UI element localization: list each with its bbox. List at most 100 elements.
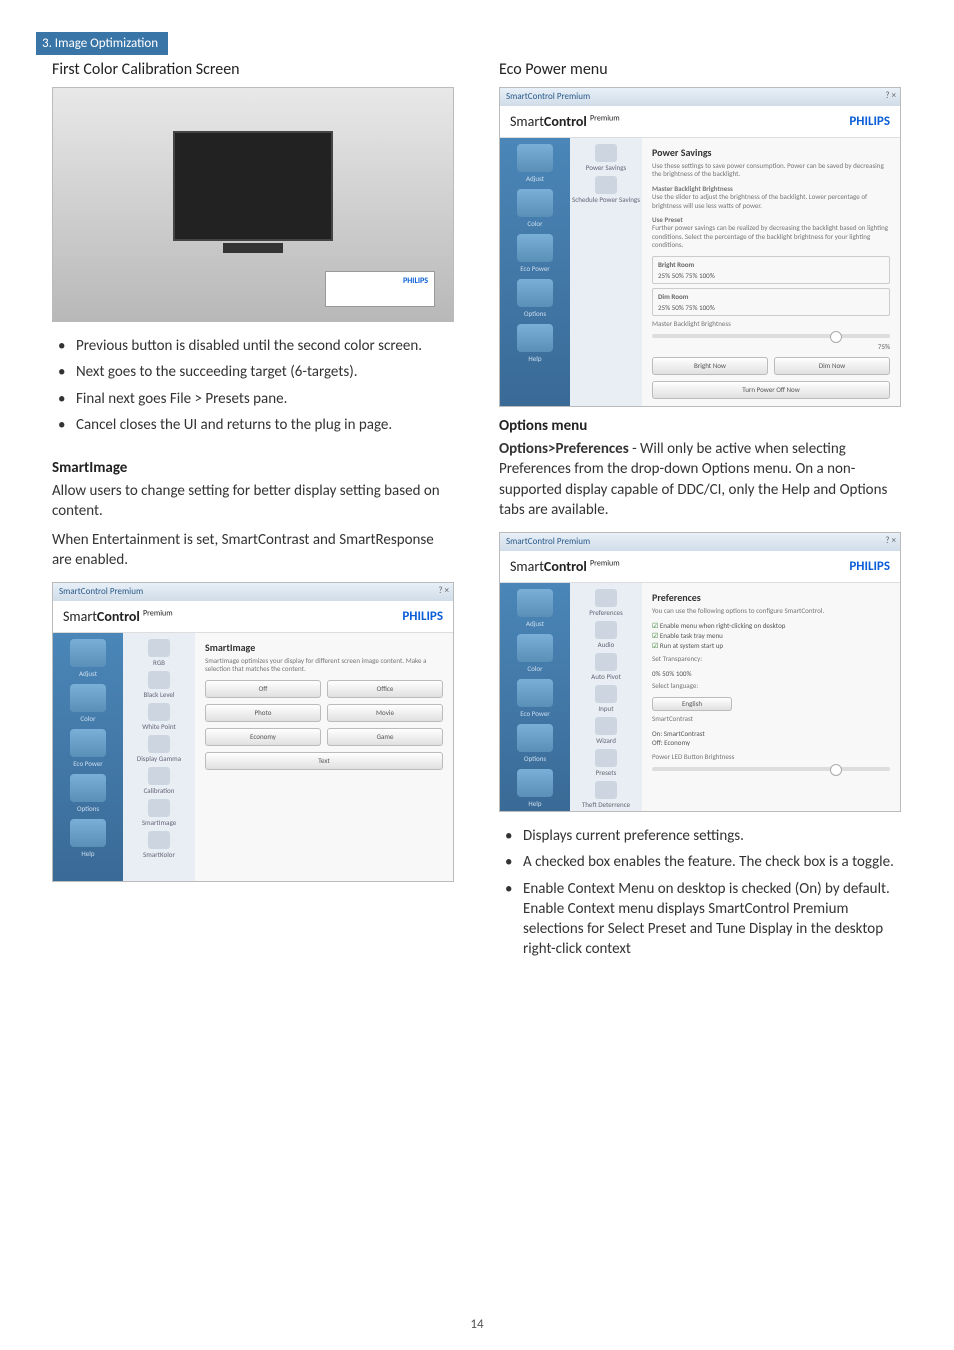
options-bullets: Displays current preference settings. A … [495, 822, 905, 974]
left-column: First Color Calibration Screen PHILIPS P… [48, 60, 458, 892]
first-calib-title: First Color Calibration Screen [48, 60, 458, 79]
dim-room-legend: Dim Room [658, 292, 884, 301]
eco-power-title: Eco Power menu [495, 60, 905, 79]
brand-mid: Control [544, 113, 587, 130]
mode-game-button[interactable]: Game [327, 728, 443, 746]
mode-off-button[interactable]: Off [205, 680, 321, 698]
chk-tasktray[interactable]: Enable task tray menu [652, 631, 890, 641]
sub-nav: Preferences Audio Auto Pivot Input Wizar… [570, 583, 642, 811]
nav-adjust[interactable]: Adjust [61, 639, 115, 678]
nav-help[interactable]: Help [508, 769, 562, 808]
nav-help[interactable]: Help [508, 324, 562, 363]
desc1: Use these settings to save power consump… [652, 162, 890, 179]
dim-room-radios[interactable]: 25% 50% 75% 100% [658, 303, 884, 312]
calib-dialog: PHILIPS [325, 271, 435, 307]
window-titlebar: SmartControl Premium ? × [500, 88, 900, 106]
window-title: SmartControl Premium [506, 91, 590, 102]
transparency-radios[interactable]: 0% 50% 100% [652, 669, 890, 678]
smartimage-para2: When Entertainment is set, SmartContrast… [48, 530, 458, 579]
nav-help[interactable]: Help [61, 819, 115, 858]
mode-economy-button[interactable]: Economy [205, 728, 321, 746]
sub-nav: Power Savings Schedule Power Savings [570, 138, 642, 406]
led-slider[interactable] [652, 767, 890, 771]
close-icon[interactable]: ? × [885, 535, 896, 546]
transparency-label: Set Transparency: [652, 655, 890, 663]
master-value: 75% [652, 342, 890, 351]
bright-now-button[interactable]: Bright Now [652, 357, 768, 375]
subnav-autopivot[interactable]: Auto Pivot [591, 653, 621, 681]
subnav-schedule[interactable]: Schedule Power Savings [572, 176, 640, 204]
sub-nav: RGB Black Level White Point Display Gamm… [123, 633, 195, 881]
subnav-powersavings[interactable]: Power Savings [586, 144, 627, 172]
subnav-input[interactable]: Input [595, 685, 617, 713]
subnav-whitepoint[interactable]: White Point [142, 703, 176, 731]
nav-ecopower[interactable]: Eco Power [508, 679, 562, 718]
nav-color[interactable]: Color [61, 684, 115, 723]
sc-off-radio[interactable]: Off: Economy [652, 738, 890, 747]
main-nav: Adjust Color Eco Power Options Help [500, 583, 570, 811]
nav-color[interactable]: Color [508, 634, 562, 673]
subnav-blacklevel[interactable]: Black Level [143, 671, 174, 699]
brand-sup: Premium [590, 558, 620, 568]
content-panel: Preferences You can use the following op… [642, 583, 900, 811]
panel-title: SmartImage [205, 641, 443, 654]
close-icon[interactable]: ? × [438, 585, 449, 596]
led-label: Power LED Button Brightness [652, 753, 890, 761]
nav-options[interactable]: Options [61, 774, 115, 813]
brand-mid: Control [544, 558, 587, 575]
brand-row: SmartControl Premium PHILIPS [53, 601, 453, 633]
nav-color[interactable]: Color [508, 189, 562, 228]
nav-options[interactable]: Options [508, 724, 562, 763]
subnav-gamma[interactable]: Display Gamma [137, 735, 181, 763]
bright-room-fieldset: Bright Room 25% 50% 75% 100% [652, 256, 890, 284]
brand-row: SmartControl Premium PHILIPS [500, 106, 900, 138]
subnav-preferences[interactable]: Preferences [589, 589, 623, 617]
chk-startup[interactable]: Run at system start up [652, 641, 890, 651]
subnav-theft[interactable]: Theft Deterrence [582, 781, 630, 809]
subnav-audio[interactable]: Audio [595, 621, 617, 649]
nav-ecopower[interactable]: Eco Power [508, 234, 562, 273]
page-number: 14 [470, 1317, 483, 1332]
panel-title: Power Savings [652, 146, 890, 159]
panel-title: Preferences [652, 591, 890, 604]
mode-office-button[interactable]: Office [327, 680, 443, 698]
nav-adjust[interactable]: Adjust [508, 144, 562, 183]
mode-movie-button[interactable]: Movie [327, 704, 443, 722]
calib-bullets: Previous button is disabled until the se… [48, 332, 458, 449]
language-select[interactable]: English [652, 697, 732, 711]
mode-text-button[interactable]: Text [205, 752, 443, 770]
smartimage-heading: SmartImage [52, 459, 458, 477]
window-titlebar: SmartControl Premium ? × [53, 583, 453, 601]
panel-desc: You can use the following options to con… [652, 607, 890, 615]
brand-mid: Control [97, 608, 140, 625]
bullet-item: A checked box enables the feature. The c… [499, 852, 901, 872]
close-icon[interactable]: ? × [885, 90, 896, 101]
subnav-smartimage[interactable]: SmartImage [142, 799, 176, 827]
options-para: Options>Preferences - Will only be activ… [495, 439, 905, 528]
nav-adjust[interactable]: Adjust [508, 589, 562, 628]
subnav-calibration[interactable]: Calibration [144, 767, 175, 795]
master-slider[interactable] [652, 334, 890, 338]
subnav-smartkolor[interactable]: SmartKolor [143, 831, 175, 859]
panel-desc: SmartImage optimizes your display for di… [205, 657, 443, 674]
chk-context-menu[interactable]: Enable menu when right-clicking on deskt… [652, 621, 890, 631]
power-off-button[interactable]: Turn Power Off Now [652, 381, 890, 399]
subnav-rgb[interactable]: RGB [148, 639, 170, 667]
philips-logo: PHILIPS [402, 609, 443, 624]
nav-options[interactable]: Options [508, 279, 562, 318]
brand-prefix: Smart [510, 558, 544, 575]
subnav-presets[interactable]: Presets [595, 749, 617, 777]
nav-ecopower[interactable]: Eco Power [61, 729, 115, 768]
subnav-wizard[interactable]: Wizard [595, 717, 617, 745]
bright-room-legend: Bright Room [658, 260, 884, 269]
bullet-item: Enable Context Menu on desktop is checke… [499, 879, 901, 960]
mode-photo-button[interactable]: Photo [205, 704, 321, 722]
brand-prefix: Smart [63, 608, 97, 625]
dim-now-button[interactable]: Dim Now [774, 357, 890, 375]
sc-on-radio[interactable]: On: SmartContrast [652, 729, 890, 738]
smartimage-screenshot: SmartControl Premium ? × SmartControl Pr… [52, 582, 454, 882]
right-column: Eco Power menu SmartControl Premium ? × … [495, 60, 905, 974]
eco-power-screenshot: SmartControl Premium ? × SmartControl Pr… [499, 87, 901, 407]
desc2: Master Backlight BrightnessUse the slide… [652, 185, 890, 210]
bright-room-radios[interactable]: 25% 50% 75% 100% [658, 271, 884, 280]
